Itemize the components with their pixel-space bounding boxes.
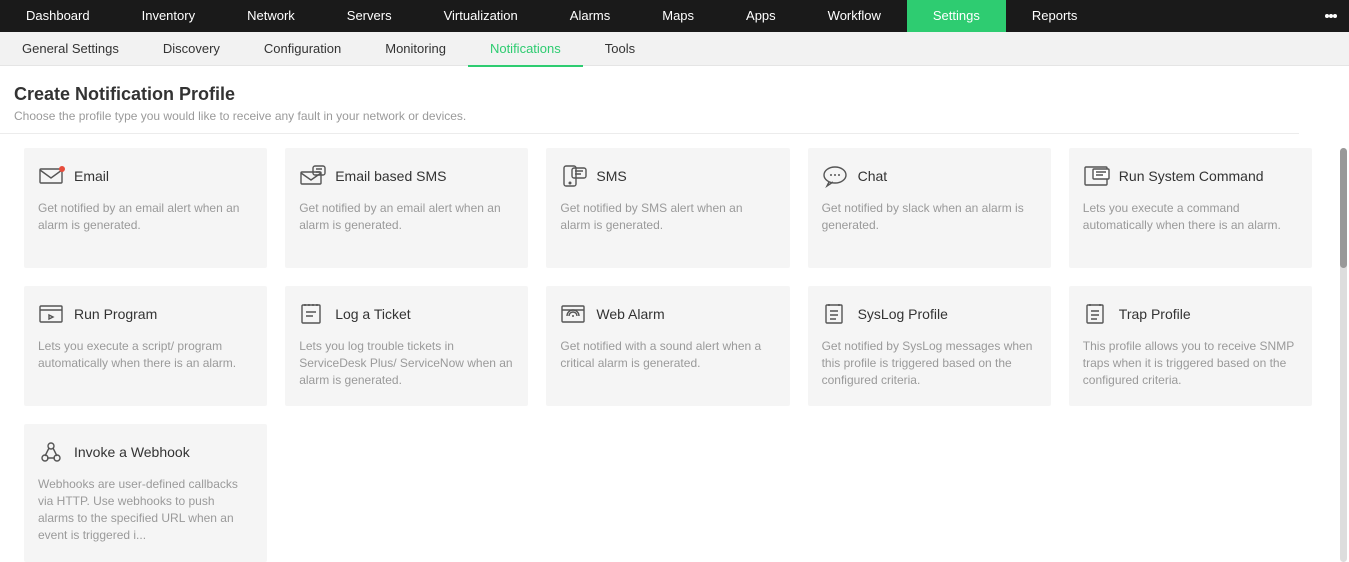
topnav-tab-virtualization[interactable]: Virtualization [418,0,544,32]
profile-card-chat[interactable]: Chat Get notified by slack when an alarm … [808,148,1051,268]
email-sms-icon [299,164,327,188]
card-title: SysLog Profile [858,306,948,322]
card-description: Get notified by an email alert when an a… [299,200,514,234]
sms-icon [560,164,588,188]
card-description: This profile allows you to receive SNMP … [1083,338,1298,388]
card-title: Trap Profile [1119,306,1191,322]
profile-card-program[interactable]: Run Program Lets you execute a script/ pr… [24,286,267,406]
card-description: Lets you execute a command automatically… [1083,200,1298,234]
chat-icon [822,164,850,188]
card-description: Get notified with a sound alert when a c… [560,338,775,372]
card-description: Lets you execute a script/ program autom… [38,338,253,372]
subnav-tab-tools[interactable]: Tools [583,32,657,66]
topnav-tab-network[interactable]: Network [221,0,321,32]
card-title: Chat [858,168,888,184]
card-title: Email based SMS [335,168,446,184]
card-title: Web Alarm [596,306,664,322]
subnav-tab-configuration[interactable]: Configuration [242,32,363,66]
card-title: Email [74,168,109,184]
profile-card-sms[interactable]: SMS Get notified by SMS alert when an ala… [546,148,789,268]
topnav-tab-maps[interactable]: Maps [636,0,720,32]
top-nav: DashboardInventoryNetworkServersVirtuali… [0,0,1349,32]
card-description: Webhooks are user-defined callbacks via … [38,476,253,543]
topnav-tab-alarms[interactable]: Alarms [544,0,636,32]
page-subtitle: Choose the profile type you would like t… [14,109,1285,123]
card-description: Get notified by an email alert when an a… [38,200,253,234]
topnav-tab-workflow[interactable]: Workflow [802,0,907,32]
card-title: Run System Command [1119,168,1264,184]
trap-icon [1083,302,1111,326]
program-icon [38,302,66,326]
ticket-icon [299,302,327,326]
card-title: Invoke a Webhook [74,444,190,460]
syslog-icon [822,302,850,326]
profile-card-trap[interactable]: Trap Profile This profile allows you to r… [1069,286,1312,406]
profile-card-email-sms[interactable]: Email based SMS Get notified by an email … [285,148,528,268]
webalarm-icon [560,302,588,326]
card-description: Get notified by SMS alert when an alarm … [560,200,775,234]
page-title: Create Notification Profile [14,84,1285,105]
topnav-tab-inventory[interactable]: Inventory [116,0,221,32]
card-title: Log a Ticket [335,306,411,322]
topnav-tab-dashboard[interactable]: Dashboard [0,0,116,32]
command-icon [1083,164,1111,188]
topnav-tab-servers[interactable]: Servers [321,0,418,32]
subnav-tab-general-settings[interactable]: General Settings [0,32,141,66]
kebab-menu-icon[interactable] [1325,0,1337,32]
profile-card-webalarm[interactable]: Web Alarm Get notified with a sound alert… [546,286,789,406]
topnav-tab-reports[interactable]: Reports [1006,0,1104,32]
scrollbar-thumb[interactable] [1340,148,1347,268]
email-icon [38,164,66,188]
subnav-tab-discovery[interactable]: Discovery [141,32,242,66]
profile-card-ticket[interactable]: Log a Ticket Lets you log trouble tickets… [285,286,528,406]
topnav-tab-apps[interactable]: Apps [720,0,802,32]
card-description: Get notified by SysLog messages when thi… [822,338,1037,388]
sub-nav: General SettingsDiscoveryConfigurationMo… [0,32,1349,66]
card-description: Lets you log trouble tickets in ServiceD… [299,338,514,388]
subnav-tab-monitoring[interactable]: Monitoring [363,32,468,66]
page-header: Create Notification Profile Choose the p… [0,66,1299,134]
scrollbar[interactable] [1340,148,1347,562]
webhook-icon [38,440,66,464]
profile-card-webhook[interactable]: Invoke a Webhook Webhooks are user-define… [24,424,267,561]
topnav-tab-settings[interactable]: Settings [907,0,1006,32]
profile-card-grid: Email Get notified by an email alert when… [24,148,1312,562]
profile-card-command[interactable]: Run System Command Lets you execute a com… [1069,148,1312,268]
card-description: Get notified by slack when an alarm is g… [822,200,1037,234]
subnav-tab-notifications[interactable]: Notifications [468,32,583,66]
profile-card-email[interactable]: Email Get notified by an email alert when… [24,148,267,268]
card-title: Run Program [74,306,157,322]
profile-card-syslog[interactable]: SysLog Profile Get notified by SysLog mes… [808,286,1051,406]
card-title: SMS [596,168,626,184]
